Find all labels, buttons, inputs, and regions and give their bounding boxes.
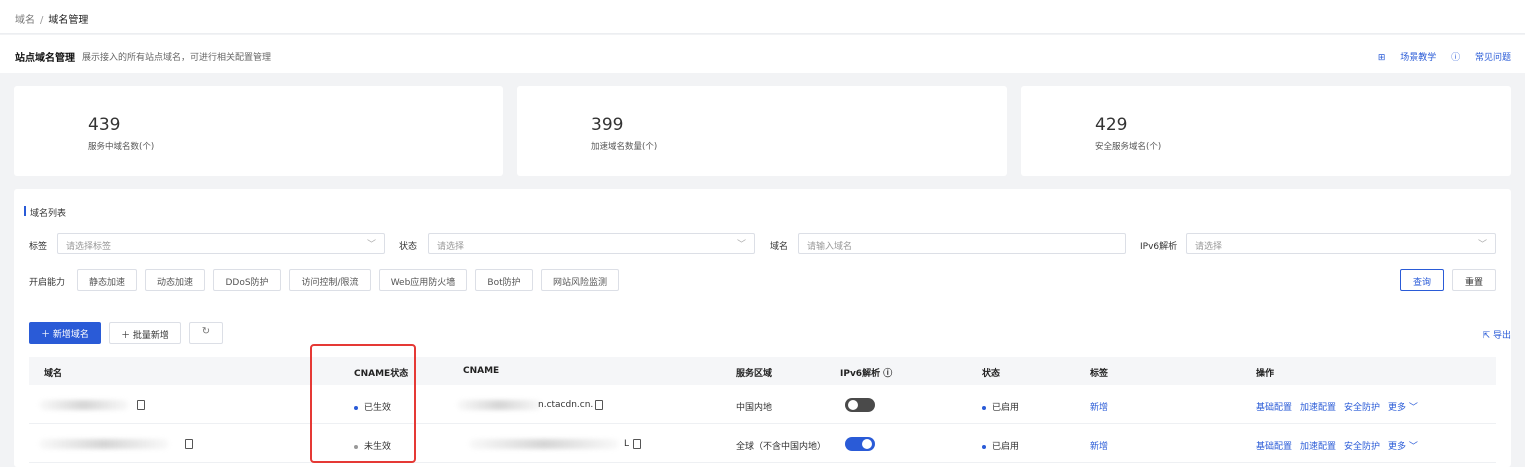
stat-label: 安全服务域名(个) — [1095, 142, 1162, 152]
col-ops: 操作 — [1256, 369, 1275, 379]
ipv6-toggle[interactable] — [845, 437, 875, 451]
domain-search-input[interactable]: 请输入域名 — [798, 233, 1126, 254]
tag-add-link[interactable]: 新增 — [1090, 439, 1108, 452]
stat-card-security-domains: 429 安全服务域名(个) — [1021, 86, 1511, 176]
tag-add-link[interactable]: 新增 — [1090, 400, 1108, 413]
chevron-down-icon: ﹀ — [366, 240, 376, 250]
breadcrumb-current: 域名管理 — [48, 15, 89, 26]
tag-select[interactable]: 请选择标签 ﹀ — [57, 233, 385, 254]
add-domain-button[interactable]: ＋ 新增域名 — [29, 322, 101, 344]
refresh-icon: ↻ — [201, 326, 211, 337]
col-state: 状态 — [982, 369, 1001, 379]
batch-add-button[interactable]: ＋ 批量新增 — [109, 322, 181, 344]
ipv6-toggle[interactable] — [845, 398, 875, 412]
query-button[interactable]: 查询 — [1400, 269, 1444, 291]
refresh-button[interactable]: ↻ — [189, 322, 223, 344]
reset-button[interactable]: 重置 — [1452, 269, 1496, 291]
status-select[interactable]: 请选择 ﹀ — [428, 233, 755, 254]
col-ipv6: IPv6解析 ⓘ — [840, 369, 893, 379]
row-actions: 基础配置 加速配置 安全防护 更多 ﹀ — [1256, 400, 1426, 413]
breadcrumb-root[interactable]: 域名 — [15, 15, 35, 26]
topbar: 域名 / 域名管理 — [0, 0, 1525, 34]
col-cname: CNAME — [463, 366, 500, 376]
more-dropdown[interactable]: 更多 ﹀ — [1388, 442, 1418, 452]
stat-label: 服务中域名数(个) — [88, 142, 155, 152]
stat-card-active-domains: 439 服务中域名数(个) — [14, 86, 503, 176]
table-row: 已生效 n.ctacdn.cn. 中国内地 已启用 新增 基础配置 加速配置 安全防… — [29, 386, 1496, 424]
cap-bot[interactable]: Bot防护 — [475, 269, 533, 291]
region: 中国内地 — [736, 403, 773, 413]
row-actions: 基础配置 加速配置 安全防护 更多 ﹀ — [1256, 439, 1426, 452]
chevron-down-icon: ﹀ — [1477, 240, 1487, 250]
cap-dynamic-accel[interactable]: 动态加速 — [145, 269, 205, 291]
col-tag: 标签 — [1090, 369, 1109, 379]
copy-icon[interactable] — [595, 400, 603, 410]
col-region: 服务区域 — [736, 369, 773, 379]
domain-redacted — [39, 400, 129, 410]
panel-title: 域名列表 — [23, 206, 66, 219]
stat-value: 429 — [1095, 115, 1128, 135]
cname-status: 已生效 — [354, 400, 391, 413]
cname-status: 未生效 — [354, 439, 391, 452]
cname-value: n.ctacdn.cn. — [538, 400, 594, 410]
tutorial-link[interactable]: ⊞ 场景教学 — [1378, 53, 1436, 63]
page-description: 展示接入的所有站点域名，可进行相关配置管理 — [82, 53, 272, 63]
page-header: 站点域名管理 展示接入的所有站点域名，可进行相关配置管理 ⊞ 场景教学 ⓘ 常见… — [0, 35, 1525, 73]
col-domain: 域名 — [44, 369, 63, 379]
basic-config-link[interactable]: 基础配置 — [1256, 442, 1292, 452]
ipv6-filter-label: IPv6解析 — [1140, 242, 1178, 252]
state: 已启用 — [982, 400, 1019, 413]
cname-redacted — [457, 400, 542, 410]
accel-config-link[interactable]: 加速配置 — [1300, 403, 1336, 413]
copy-icon[interactable] — [137, 400, 145, 410]
more-dropdown[interactable]: 更多 ﹀ — [1388, 403, 1418, 413]
cap-risk-monitor[interactable]: 网站风险监测 — [541, 269, 619, 291]
basic-config-link[interactable]: 基础配置 — [1256, 403, 1292, 413]
cap-access-control[interactable]: 访问控制/限流 — [289, 269, 371, 291]
cap-ddos[interactable]: DDoS防护 — [213, 269, 281, 291]
domain-redacted — [39, 439, 169, 449]
export-button[interactable]: ⇱ 导出 — [1483, 328, 1511, 341]
security-link[interactable]: 安全防护 — [1344, 442, 1380, 452]
faq-link[interactable]: ⓘ 常见问题 — [1451, 53, 1511, 63]
state: 已启用 — [982, 439, 1019, 452]
table-header: 域名 CNAME状态 CNAME 服务区域 IPv6解析 ⓘ 状态 标签 操作 — [29, 357, 1496, 385]
cap-static-accel[interactable]: 静态加速 — [77, 269, 137, 291]
cap-waf[interactable]: Web应用防火墙 — [379, 269, 467, 291]
page-title: 站点域名管理 — [15, 53, 75, 64]
capabilities-label: 开启能力 — [29, 278, 66, 288]
ipv6-select[interactable]: 请选择 ﹀ — [1186, 233, 1496, 254]
header-links: ⊞ 场景教学 ⓘ 常见问题 — [1366, 50, 1511, 63]
stat-card-accelerated-domains: 399 加速域名数量(个) — [517, 86, 1007, 176]
table-row: 未生效 L 全球（不含中国内地） 已启用 新增 基础配置 加速配置 安全防护 更多 ﹀ — [29, 425, 1496, 463]
domain-filter-label: 域名 — [770, 242, 789, 252]
security-link[interactable]: 安全防护 — [1344, 403, 1380, 413]
status-filter-label: 状态 — [399, 242, 418, 252]
col-cname-status: CNAME状态 — [354, 369, 409, 379]
stat-value: 439 — [88, 115, 121, 135]
copy-icon[interactable] — [185, 439, 193, 449]
cname-redacted — [469, 439, 619, 449]
tag-filter-label: 标签 — [29, 242, 48, 252]
stat-value: 399 — [591, 115, 624, 135]
stat-label: 加速域名数量(个) — [591, 142, 658, 152]
chevron-down-icon: ﹀ — [736, 240, 746, 250]
breadcrumb: 域名 / 域名管理 — [15, 15, 89, 26]
accel-config-link[interactable]: 加速配置 — [1300, 442, 1336, 452]
region: 全球（不含中国内地） — [736, 442, 827, 452]
cname-value: L — [624, 439, 630, 449]
copy-icon[interactable] — [633, 439, 641, 449]
